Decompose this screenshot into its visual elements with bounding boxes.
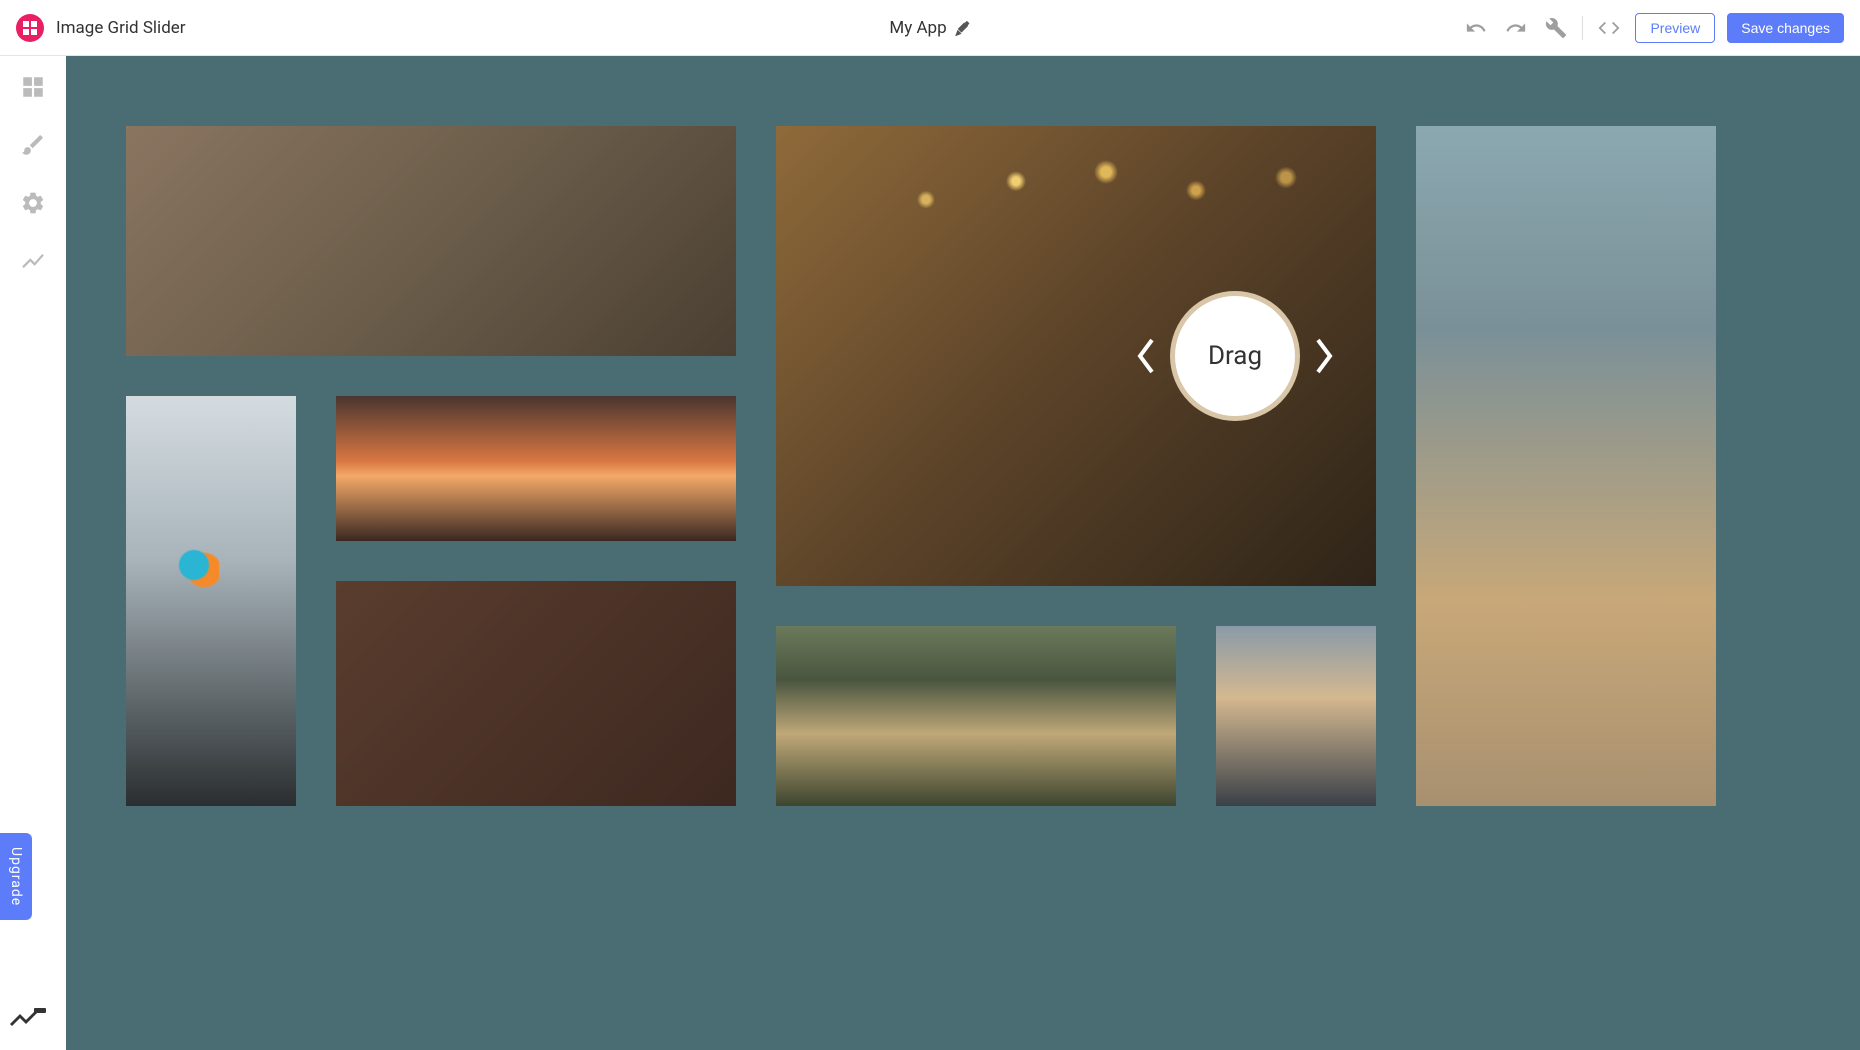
upgrade-button[interactable]: Upgrade: [0, 833, 32, 920]
powr-brand-icon[interactable]: [8, 1006, 48, 1030]
preview-button[interactable]: Preview: [1635, 13, 1715, 43]
slider-next-arrow-icon[interactable]: [1312, 336, 1336, 376]
edit-pencil-icon[interactable]: [955, 20, 971, 36]
brush-icon[interactable]: [20, 132, 46, 158]
grid-image-skis[interactable]: [126, 396, 296, 806]
grid-image-group-photo[interactable]: [126, 126, 736, 356]
toolbar-divider: [1582, 16, 1583, 40]
layout-grid-icon[interactable]: [20, 74, 46, 100]
plugin-logo-icon[interactable]: [16, 14, 44, 42]
app-name-container[interactable]: My App: [889, 18, 970, 38]
analytics-chart-icon[interactable]: [20, 248, 46, 274]
top-toolbar: Image Grid Slider My App: [0, 0, 1860, 56]
toolbar-right: Preview Save changes: [1462, 13, 1844, 43]
editor-canvas: Drag: [66, 56, 1860, 1050]
undo-button[interactable]: [1462, 14, 1490, 42]
drag-handle[interactable]: Drag: [1170, 291, 1300, 421]
build-icon[interactable]: [1542, 14, 1570, 42]
grid-image-dog[interactable]: [1416, 126, 1716, 806]
code-view-button[interactable]: [1595, 14, 1623, 42]
toolbar-left: Image Grid Slider: [16, 14, 186, 42]
slider-prev-arrow-icon[interactable]: [1134, 336, 1158, 376]
settings-gear-icon[interactable]: [20, 190, 46, 216]
grid-image-sunset[interactable]: [336, 396, 736, 541]
grid-image-airplane[interactable]: [1216, 626, 1376, 806]
grid-image-wine-hands[interactable]: [336, 581, 736, 806]
slider-controls: Drag: [1134, 291, 1336, 421]
redo-button[interactable]: [1502, 14, 1530, 42]
app-name-label: My App: [889, 18, 946, 38]
grid-image-leopard[interactable]: [776, 626, 1176, 806]
image-grid-slider: Drag: [126, 126, 1800, 980]
grid-image-restaurant-toast[interactable]: Drag: [776, 126, 1376, 586]
plugin-name-label: Image Grid Slider: [56, 18, 186, 38]
save-changes-button[interactable]: Save changes: [1727, 13, 1844, 43]
